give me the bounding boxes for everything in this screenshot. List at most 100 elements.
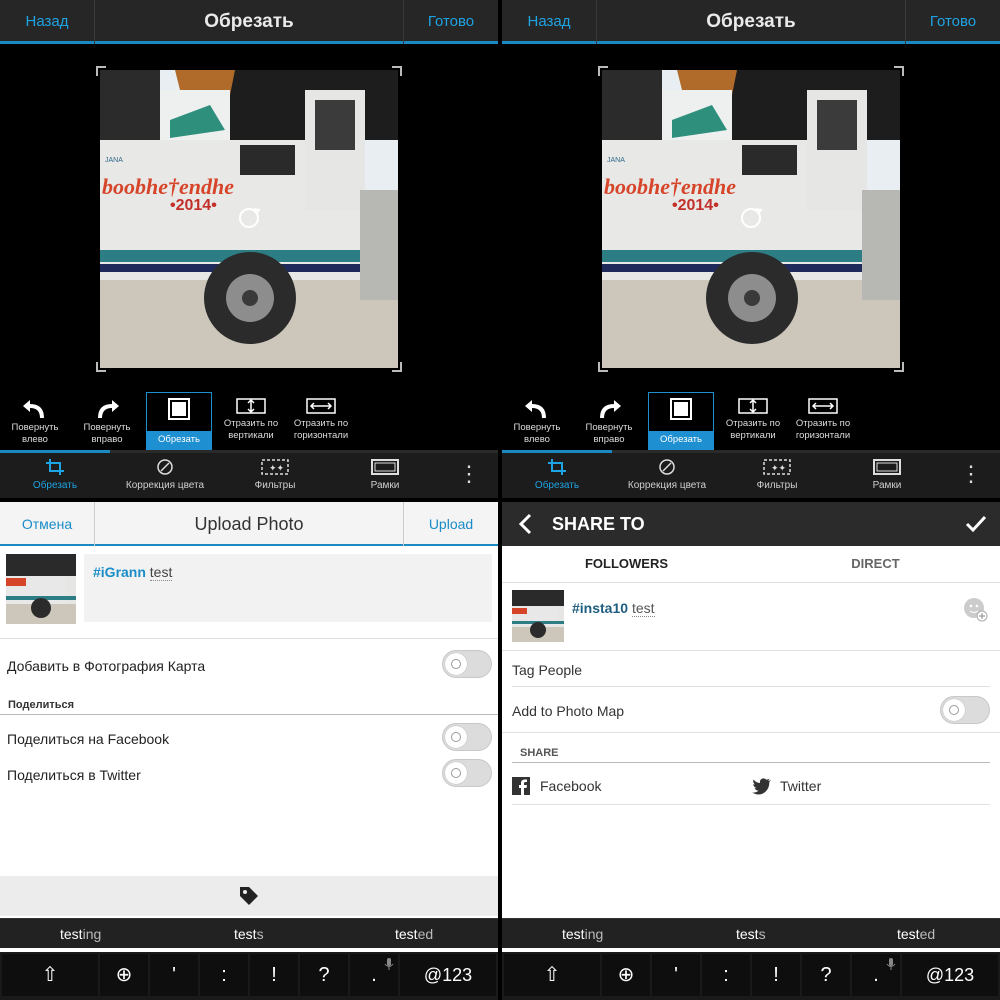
caption-input[interactable]: #iGrann test — [84, 554, 492, 622]
apostrophe-key[interactable]: ' — [652, 954, 700, 996]
apostrophe-key[interactable]: ' — [150, 954, 198, 996]
flip-horizontal-tool[interactable]: Отразить по горизонтали — [790, 392, 856, 450]
active-tab-indicator — [502, 450, 612, 453]
more-menu-icon[interactable]: ⋮ — [458, 461, 480, 487]
tab-crop[interactable]: Обрезать — [0, 455, 110, 498]
crop-square-icon — [670, 398, 692, 420]
tab-direct[interactable]: DIRECT — [751, 546, 1000, 582]
divider — [512, 686, 990, 687]
tag-people-icon[interactable] — [237, 884, 261, 908]
suggestion-3[interactable]: tested — [897, 926, 935, 942]
divider — [502, 732, 1000, 733]
share-twitter-toggle[interactable] — [442, 759, 492, 787]
colon-key[interactable]: : — [200, 954, 248, 996]
crop-tool[interactable]: Обрезать — [648, 392, 714, 450]
suggestion-2[interactable]: tests — [234, 926, 264, 942]
back-arrow-icon[interactable] — [516, 512, 536, 536]
vehicle-text-year: •2014• — [672, 197, 719, 214]
rotate-left-icon — [525, 400, 546, 418]
tab-followers[interactable]: FOLLOWERS — [502, 546, 751, 582]
suggestion-1[interactable]: testing — [60, 926, 101, 942]
page-title: Обрезать — [706, 11, 796, 32]
share-facebook-option[interactable]: Facebook — [540, 778, 690, 794]
tab-color-correction-label: Коррекция цвета — [125, 480, 205, 491]
done-button[interactable]: Готово — [905, 0, 1000, 44]
tab-color-correction[interactable]: Коррекция цвета — [612, 455, 722, 498]
globe-key[interactable]: ⊕ — [602, 954, 650, 996]
flip-vertical-tool[interactable]: Отразить по вертикали — [218, 392, 284, 450]
flip-vertical-label: Отразить по вертикали — [725, 418, 781, 441]
confirm-check-icon[interactable] — [964, 512, 988, 536]
share-to-screen: SHARE TO FOLLOWERS DIRECT #insta10 test … — [502, 502, 1000, 1000]
period-label: . — [371, 964, 377, 986]
more-menu-icon[interactable]: ⋮ — [960, 461, 982, 487]
cancel-button[interactable]: Отмена — [0, 502, 95, 546]
exclamation-key[interactable]: ! — [250, 954, 298, 996]
color-correction-icon — [659, 459, 675, 475]
exclamation-key[interactable]: ! — [752, 954, 800, 996]
flip-horizontal-tool[interactable]: Отразить по горизонтали — [288, 392, 354, 450]
crop-square-icon — [168, 398, 190, 420]
question-key[interactable]: ? — [300, 954, 348, 996]
colon-key[interactable]: : — [702, 954, 750, 996]
period-key[interactable]: . — [350, 954, 398, 996]
tab-frames[interactable]: Рамки — [330, 455, 440, 498]
suggestion-3[interactable]: tested — [395, 926, 433, 942]
flip-horizontal-label: Отразить по горизонтали — [795, 418, 851, 441]
tab-frames[interactable]: Рамки — [832, 455, 942, 498]
page-title: Upload Photo — [194, 514, 304, 534]
truck-photo-image: JANA boobhe†endhe •2014• — [602, 70, 900, 368]
crop-screen-right: Назад Обрезать Готово JANA boobhe†endhe … — [502, 0, 1000, 498]
share-facebook-toggle[interactable] — [442, 723, 492, 751]
caption-input[interactable]: #insta10 test — [572, 600, 655, 617]
flip-vertical-tool[interactable]: Отразить по вертикали — [720, 392, 786, 450]
shift-key[interactable]: ⇧ — [504, 954, 600, 996]
caption-hashtag: #iGrann — [93, 564, 146, 580]
emoji-add-icon[interactable] — [962, 596, 988, 622]
screenshot-collage: Назад Обрезать Готово JANA boobhe†endhe … — [0, 0, 1000, 1000]
tab-filters-label: Фильтры — [756, 480, 798, 491]
rotate-left-tool[interactable]: Повернуть влево — [504, 392, 570, 450]
period-key[interactable]: . — [852, 954, 900, 996]
suggestion-2[interactable]: tests — [736, 926, 766, 942]
tab-crop[interactable]: Обрезать — [502, 455, 612, 498]
add-to-map-toggle[interactable] — [940, 696, 990, 724]
back-button[interactable]: Назад — [502, 0, 597, 44]
crop-titlebar: Назад Обрезать Готово — [0, 0, 498, 44]
share-twitter-option[interactable]: Twitter — [780, 778, 930, 794]
frames-icon — [873, 459, 901, 475]
tab-filters[interactable]: ✦✦ Фильтры — [722, 455, 832, 498]
rotate-right-tool[interactable]: Повернуть вправо — [576, 392, 642, 450]
keyboard-row: ⇧ ⊕ ' : ! ? . @123 — [502, 952, 1000, 1000]
globe-key[interactable]: ⊕ — [100, 954, 148, 996]
rotate-right-tool[interactable]: Повернуть вправо — [74, 392, 140, 450]
crop-photo[interactable]: JANA boobhe†endhe •2014• — [602, 70, 900, 368]
symbols-key[interactable]: @123 — [902, 954, 998, 996]
upload-button[interactable]: Upload — [403, 502, 498, 546]
filters-icon: ✦✦ — [763, 459, 791, 475]
caption-text: test — [631, 600, 655, 617]
rotate-left-tool[interactable]: Повернуть влево — [2, 392, 68, 450]
flip-horizontal-label: Отразить по горизонтали — [293, 418, 349, 441]
tab-filters[interactable]: ✦✦ Фильтры — [220, 455, 330, 498]
add-to-map-label: Добавить в Фотография Карта — [7, 658, 206, 674]
done-button[interactable]: Готово — [403, 0, 498, 44]
frames-icon — [371, 459, 399, 475]
symbols-key[interactable]: @123 — [400, 954, 496, 996]
caption-text: test — [149, 564, 173, 581]
flip-vertical-icon — [738, 398, 768, 414]
suggestion-1[interactable]: testing — [562, 926, 603, 942]
photo-thumbnail — [6, 554, 76, 624]
question-key[interactable]: ? — [802, 954, 850, 996]
crop-photo[interactable]: JANA boobhe†endhe •2014• — [100, 70, 398, 368]
rotate-right-label: Повернуть вправо — [83, 422, 131, 445]
tab-color-correction[interactable]: Коррекция цвета — [110, 455, 220, 498]
crop-tool[interactable]: Обрезать — [146, 392, 212, 450]
shift-key[interactable]: ⇧ — [2, 954, 98, 996]
tag-action-bar — [0, 876, 498, 916]
divider — [512, 762, 990, 763]
editor-tabs: Обрезать Коррекция цвета ✦✦ Фильтры Рамк… — [0, 450, 498, 498]
tag-people-row[interactable]: Tag People — [512, 662, 1000, 678]
back-button[interactable]: Назад — [0, 0, 95, 44]
add-to-map-toggle[interactable] — [442, 650, 492, 678]
